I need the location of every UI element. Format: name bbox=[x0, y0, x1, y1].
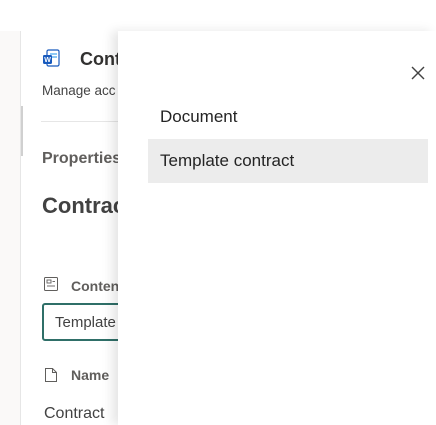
panel-subtitle[interactable]: Manage acc bbox=[42, 83, 116, 98]
svg-text:W: W bbox=[44, 57, 51, 64]
option-document[interactable]: Document bbox=[148, 95, 428, 139]
properties-label: Properties bbox=[42, 150, 122, 167]
top-bar bbox=[0, 0, 436, 32]
name-label: Name bbox=[71, 367, 110, 383]
content-type-label: Conten bbox=[71, 278, 120, 294]
details-panel: W Cont Manage acc Properties Contrac Con… bbox=[20, 31, 152, 425]
item-heading: Contrac bbox=[42, 193, 126, 218]
panel-edge-handle bbox=[21, 106, 23, 156]
panel-title: Cont bbox=[80, 49, 121, 69]
document-icon bbox=[45, 368, 57, 382]
content-type-value: Template bbox=[55, 314, 116, 331]
content-type-icon bbox=[44, 277, 58, 291]
word-document-icon: W bbox=[43, 49, 60, 67]
option-template-contract[interactable]: Template contract bbox=[148, 139, 428, 183]
close-icon[interactable] bbox=[408, 63, 428, 83]
content-type-options-panel: Document Template contract bbox=[118, 31, 436, 425]
name-value[interactable]: Contract bbox=[44, 405, 104, 423]
